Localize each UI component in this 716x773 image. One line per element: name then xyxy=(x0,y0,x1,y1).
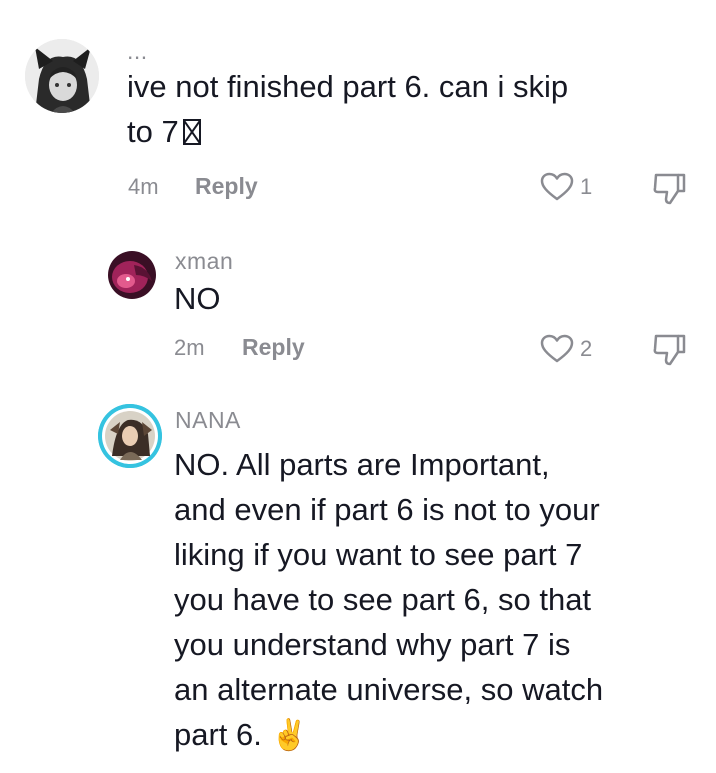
avatar[interactable] xyxy=(25,39,99,113)
avatar-wolf-image xyxy=(25,39,99,113)
comment-text-line: NO. All parts are Important, xyxy=(174,447,550,482)
comment-text-line: you understand why part 7 is xyxy=(174,627,571,662)
comment-text: ive not finished part 6. can i skip to 7 xyxy=(127,64,687,154)
like-count: 2 xyxy=(580,336,593,361)
comment-text-line: part 6. ✌️ xyxy=(174,717,308,752)
username[interactable]: NANA xyxy=(175,409,241,432)
comment-text: NO. All parts are Important, and even if… xyxy=(174,442,704,758)
dislike-button[interactable] xyxy=(652,171,688,210)
avatar-magenta-image xyxy=(108,251,156,299)
missing-glyph-icon xyxy=(182,119,201,145)
comment-text-line: an alternate universe, so watch xyxy=(174,672,604,707)
comment-text-line: ive not finished part 6. can i skip xyxy=(127,69,569,104)
thumbs-down-outline-icon xyxy=(653,334,686,366)
avatar-anime-image xyxy=(98,404,162,468)
avatar[interactable] xyxy=(108,251,156,299)
avatar[interactable] xyxy=(98,404,162,468)
heart-outline-icon xyxy=(540,172,574,201)
heart-outline-icon xyxy=(540,334,574,363)
victory-hand-emoji: ✌️ xyxy=(270,719,308,752)
reply-button[interactable]: Reply xyxy=(195,175,258,198)
comment-text-line: liking if you want to see part 7 xyxy=(174,537,583,572)
comment-text: NO xyxy=(174,281,221,316)
timestamp: 2m xyxy=(174,335,205,360)
comment-text-line: and even if part 6 is not to your xyxy=(174,492,600,527)
timestamp: 4m xyxy=(128,174,159,199)
comment-text-line: to 7 xyxy=(127,109,687,154)
like-count: 1 xyxy=(580,174,593,199)
username[interactable]: ... xyxy=(127,40,148,63)
thumbs-down-outline-icon xyxy=(653,173,686,205)
like-button[interactable]: 1 xyxy=(540,172,592,202)
dislike-button[interactable] xyxy=(652,332,688,371)
like-button[interactable]: 2 xyxy=(540,334,592,364)
comment-text-line: you have to see part 6, so that xyxy=(174,582,592,617)
username[interactable]: xman xyxy=(175,250,233,273)
reply-button[interactable]: Reply xyxy=(242,336,305,359)
